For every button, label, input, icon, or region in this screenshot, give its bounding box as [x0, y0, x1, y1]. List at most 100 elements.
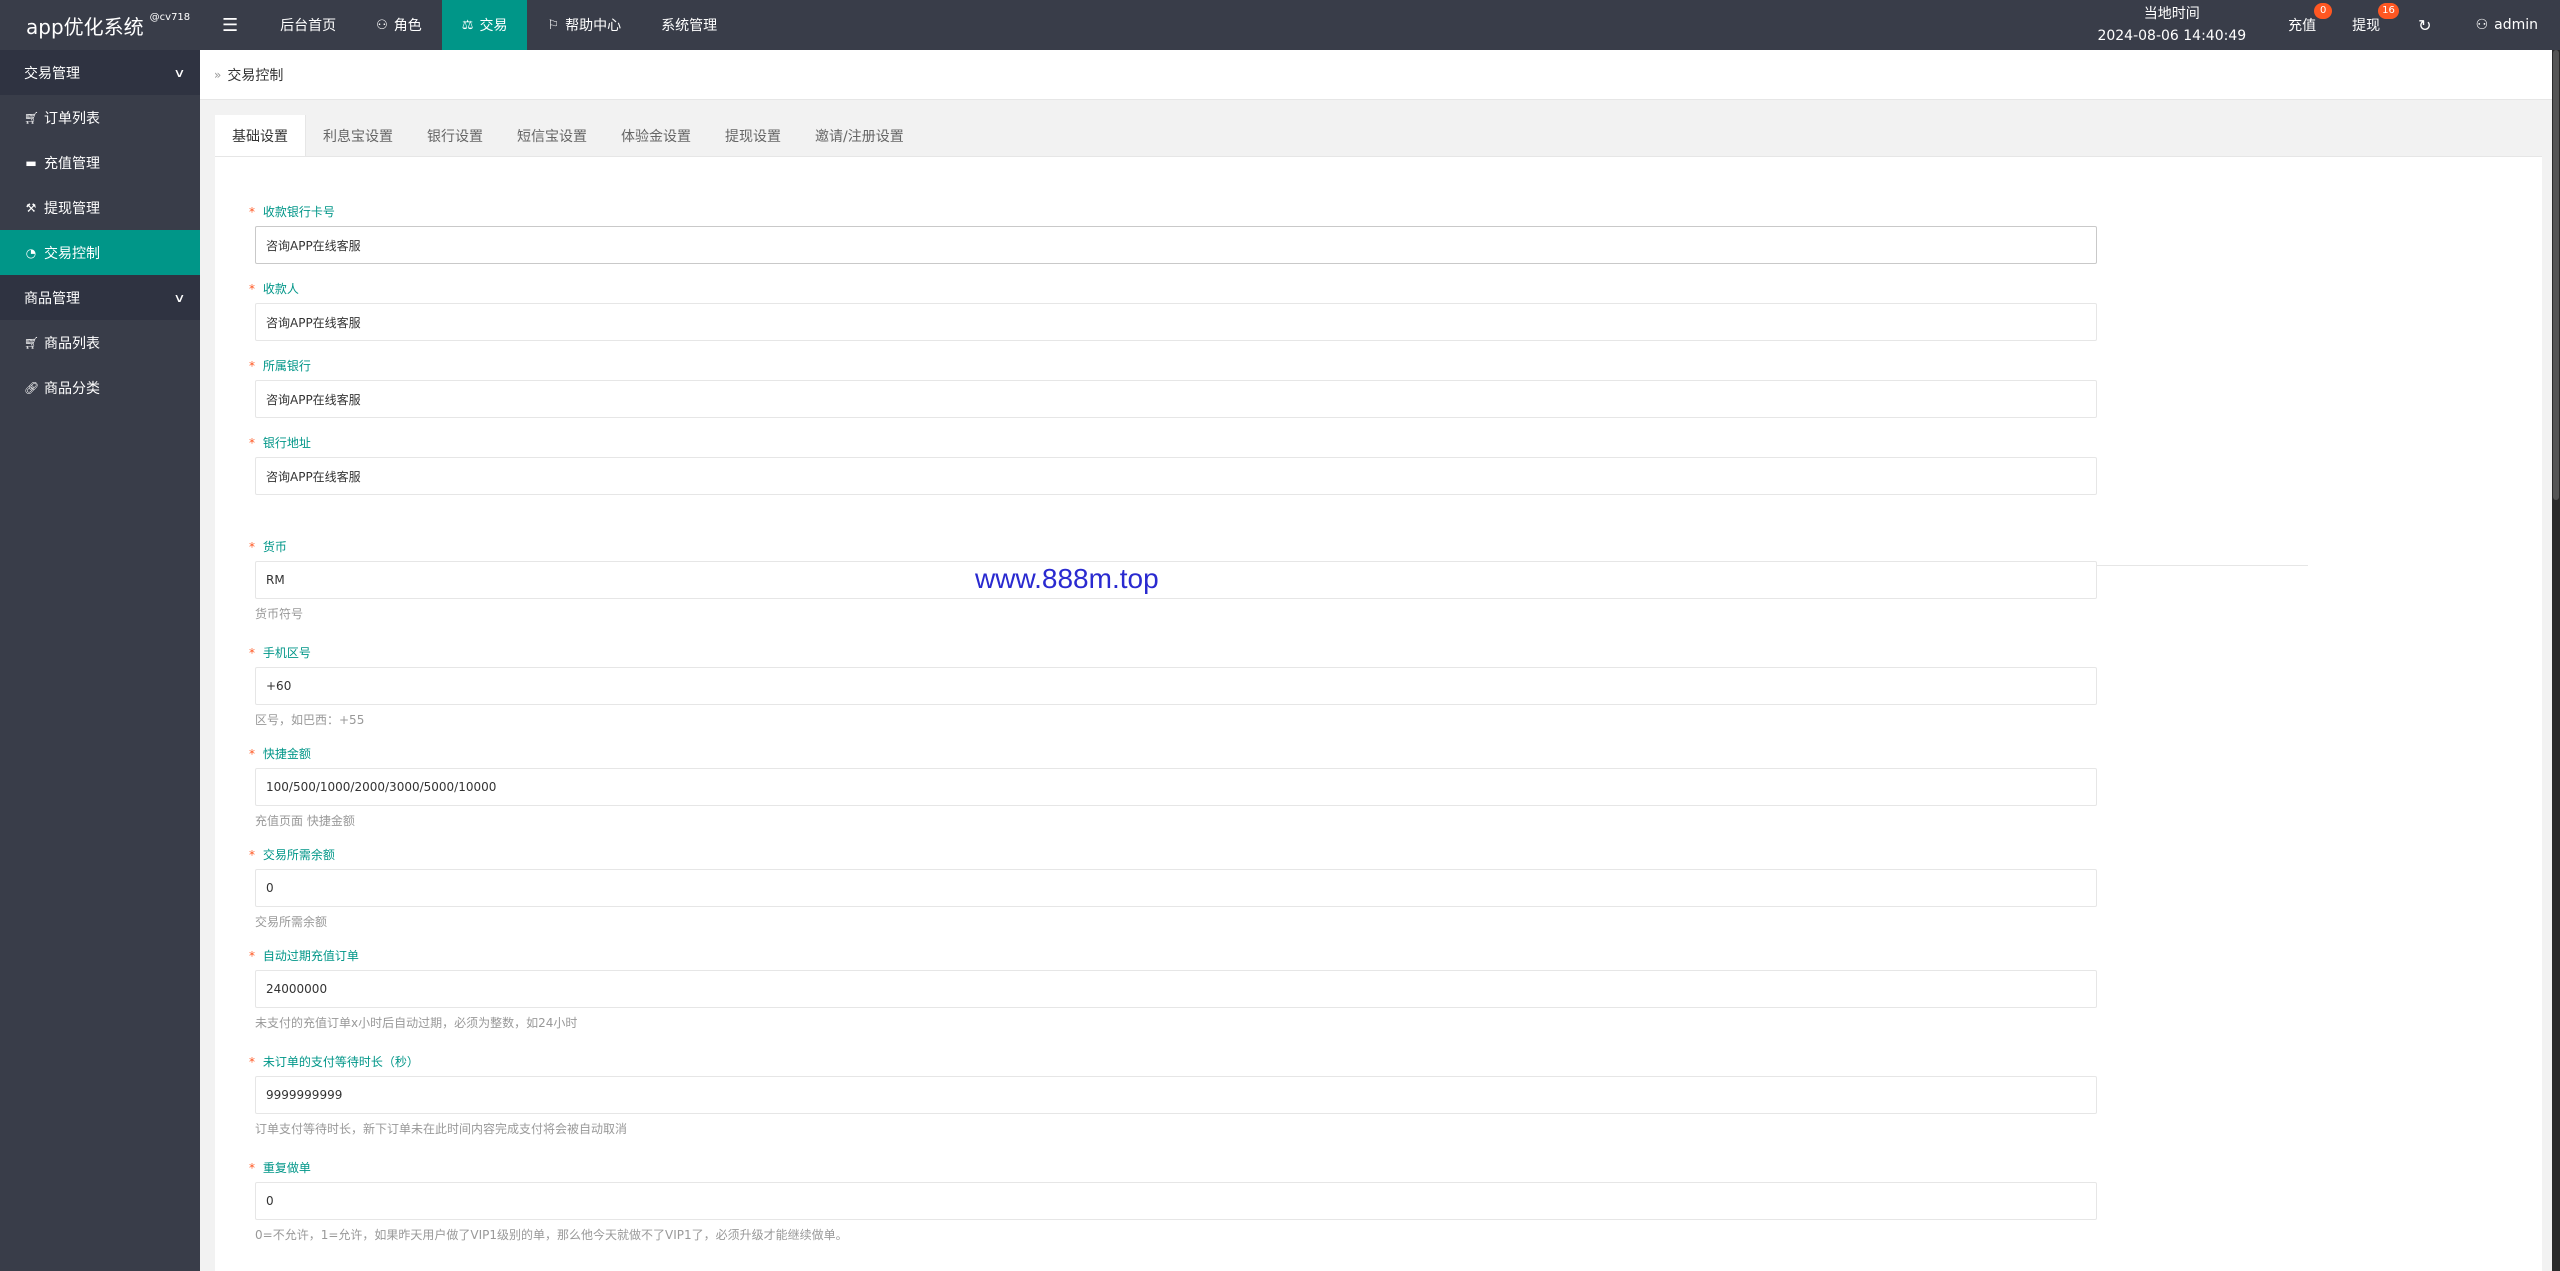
sidebar-item-goods-list[interactable]: 🛒︎ 商品列表: [0, 320, 200, 365]
app-version: @cv718: [149, 11, 191, 23]
field-label: * 重复做单: [249, 1161, 311, 1175]
field-label: * 银行地址: [249, 436, 311, 450]
bank-name-input[interactable]: 咨询APP在线客服: [255, 380, 2097, 418]
top-nav: ☰ 后台首页 ⚇ 角色 ⚖ 交易 ⚐ 帮助中心 系统管理: [200, 0, 737, 50]
breadcrumb: » 交易控制: [200, 50, 2560, 100]
sidebar-item-label: 商品分类: [44, 380, 100, 397]
field-help: 0=不允许，1=允许，如果昨天用户做了VIP1级别的单，那么他今天就做不了VIP…: [255, 1228, 848, 1242]
sidebar-item-label: 订单列表: [44, 110, 100, 127]
flag-icon: ⚐: [547, 17, 560, 33]
nav-label: 帮助中心: [565, 18, 622, 34]
field-label: * 所属银行: [249, 359, 311, 373]
sidebar-item-trade-control[interactable]: ◔ 交易控制: [0, 230, 200, 275]
sidebar-item-label: 充值管理: [44, 155, 100, 172]
sidebar-group-trade[interactable]: 交易管理 ∨: [0, 50, 200, 95]
field-help: 货币符号: [255, 607, 304, 621]
hammer-icon: ⚒: [25, 200, 37, 215]
payee-input[interactable]: 咨询APP在线客服: [255, 303, 2097, 341]
nav-item-home[interactable]: 后台首页: [260, 0, 356, 50]
refresh-icon[interactable]: ↻: [2398, 0, 2451, 50]
sidebar-item-goods-category[interactable]: 🔗︎ 商品分类: [0, 365, 200, 410]
tab-trial[interactable]: 体验金设置: [604, 115, 708, 156]
form-field: * 快捷金额 100/500/1000/2000/3000/5000/10000…: [249, 746, 2097, 829]
phone-code-input[interactable]: +60: [255, 667, 2097, 705]
tab-basic[interactable]: 基础设置: [215, 115, 306, 156]
cart-icon: 🛒︎: [24, 110, 40, 125]
bank-card-input[interactable]: 咨询APP在线客服: [255, 226, 2097, 264]
sidebar-item-label: 交易控制: [44, 245, 100, 262]
quick-amount-input[interactable]: 100/500/1000/2000/3000/5000/10000: [255, 768, 2097, 806]
recharge-label: 充值: [2288, 18, 2317, 34]
tab-interest[interactable]: 利息宝设置: [306, 115, 410, 156]
field-label: * 收款银行卡号: [249, 205, 335, 219]
field-label: * 未订单的支付等待时长（秒）: [249, 1055, 419, 1069]
bank-address-input[interactable]: 咨询APP在线客服: [255, 457, 2097, 495]
payment-wait-input[interactable]: 9999999999: [255, 1076, 2097, 1114]
local-time: 当地时间 2024-08-06 14:40:49: [2073, 0, 2270, 50]
tab-sms[interactable]: 短信宝设置: [500, 115, 604, 156]
nav-item-trade[interactable]: ⚖ 交易: [441, 0, 528, 50]
form-field: * 所属银行 咨询APP在线客服: [249, 358, 2097, 418]
sidebar-item-recharge[interactable]: ▬ 充值管理: [0, 140, 200, 185]
admin-menu[interactable]: ⚇ admin: [2452, 0, 2560, 50]
form-field: * 未订单的支付等待时长（秒） 9999999999 订单支付等待时长，新下订单…: [249, 1054, 2097, 1137]
chevron-down-icon: ∨: [173, 65, 186, 80]
form-field: * 银行地址 咨询APP在线客服: [249, 435, 2097, 495]
top-header: app优化系统 @cv718 ☰ 后台首页 ⚇ 角色 ⚖ 交易 ⚐ 帮助中心 系统管理 …: [0, 0, 2560, 50]
link-icon: 🔗︎: [24, 380, 40, 395]
withdraw-link[interactable]: 提现 16: [2334, 0, 2399, 50]
app-title: app优化系统: [26, 14, 144, 39]
dashboard-icon: ◔: [25, 245, 37, 260]
field-help: 交易所需余额: [255, 915, 328, 929]
tab-withdraw[interactable]: 提现设置: [708, 115, 798, 156]
tab-invite[interactable]: 邀请/注册设置: [798, 115, 921, 156]
double-chevron-icon: »: [214, 67, 222, 82]
nav-item-help[interactable]: ⚐ 帮助中心: [527, 0, 641, 50]
field-label: * 交易所需余额: [249, 848, 335, 862]
balance-icon: ⚖: [461, 17, 474, 33]
hamburger-icon[interactable]: ☰: [200, 0, 260, 50]
nav-label: 系统管理: [661, 18, 718, 34]
withdraw-label: 提现: [2352, 18, 2381, 34]
field-help: 区号，如巴西：+55: [255, 713, 365, 727]
repeat-order-input[interactable]: 0: [255, 1182, 2097, 1220]
settings-tabs: 基础设置 利息宝设置 银行设置 短信宝设置 体验金设置 提现设置 邀请/注册设置: [215, 115, 2542, 157]
chevron-down-icon: ∨: [173, 290, 186, 305]
time-label: 当地时间: [2143, 6, 2200, 22]
nav-label: 角色: [393, 18, 422, 34]
sidebar-group-goods[interactable]: 商品管理 ∨: [0, 275, 200, 320]
comment-icon: ▬: [25, 155, 37, 170]
form-field: * 货币 RM 货币符号: [249, 539, 2097, 622]
auto-expire-input[interactable]: 24000000: [255, 970, 2097, 1008]
tab-bank[interactable]: 银行设置: [410, 115, 500, 156]
scrollbar[interactable]: [2552, 50, 2560, 1271]
recharge-link[interactable]: 充值 0: [2270, 0, 2334, 50]
sidebar-item-label: 提现管理: [44, 200, 100, 217]
withdraw-badge: 16: [2378, 3, 2399, 19]
user-icon: ⚇: [2475, 17, 2489, 33]
required-balance-input[interactable]: 0: [255, 869, 2097, 907]
currency-input[interactable]: RM: [255, 561, 2097, 599]
field-label: * 手机区号: [249, 646, 311, 660]
nav-item-system[interactable]: 系统管理: [641, 0, 737, 50]
breadcrumb-label: 交易控制: [227, 67, 284, 84]
form-field: * 手机区号 +60 区号，如巴西：+55: [249, 645, 2097, 728]
nav-label: 交易: [479, 18, 508, 34]
user-icon: ⚇: [376, 17, 388, 33]
recharge-badge: 0: [2314, 3, 2333, 19]
field-help: 订单支付等待时长，新下订单未在此时间内容完成支付将会被自动取消: [255, 1122, 628, 1136]
watermark-text: www.888m.top: [975, 563, 1159, 594]
sidebar-item-withdraw[interactable]: ⚒ 提现管理: [0, 185, 200, 230]
sidebar-item-orders[interactable]: 🛒︎ 订单列表: [0, 95, 200, 140]
nav-item-role[interactable]: ⚇ 角色: [356, 0, 442, 50]
form-field: * 自动过期充值订单 24000000 未支付的充值订单x小时后自动过期，必须为…: [249, 948, 2097, 1031]
sidebar-group-label: 交易管理: [24, 65, 80, 82]
field-help: 充值页面 快捷金额: [255, 814, 355, 828]
nav-label: 后台首页: [280, 18, 337, 34]
form-field: * 重复做单 0 0=不允许，1=允许，如果昨天用户做了VIP1级别的单，那么他…: [249, 1160, 2097, 1243]
field-label: * 收款人: [249, 282, 299, 296]
field-help: 未支付的充值订单x小时后自动过期，必须为整数，如24小时: [255, 1016, 578, 1030]
time-value: 2024-08-06 14:40:49: [2097, 28, 2247, 44]
field-label: * 自动过期充值订单: [249, 949, 359, 963]
scrollbar-thumb[interactable]: [2553, 50, 2559, 500]
